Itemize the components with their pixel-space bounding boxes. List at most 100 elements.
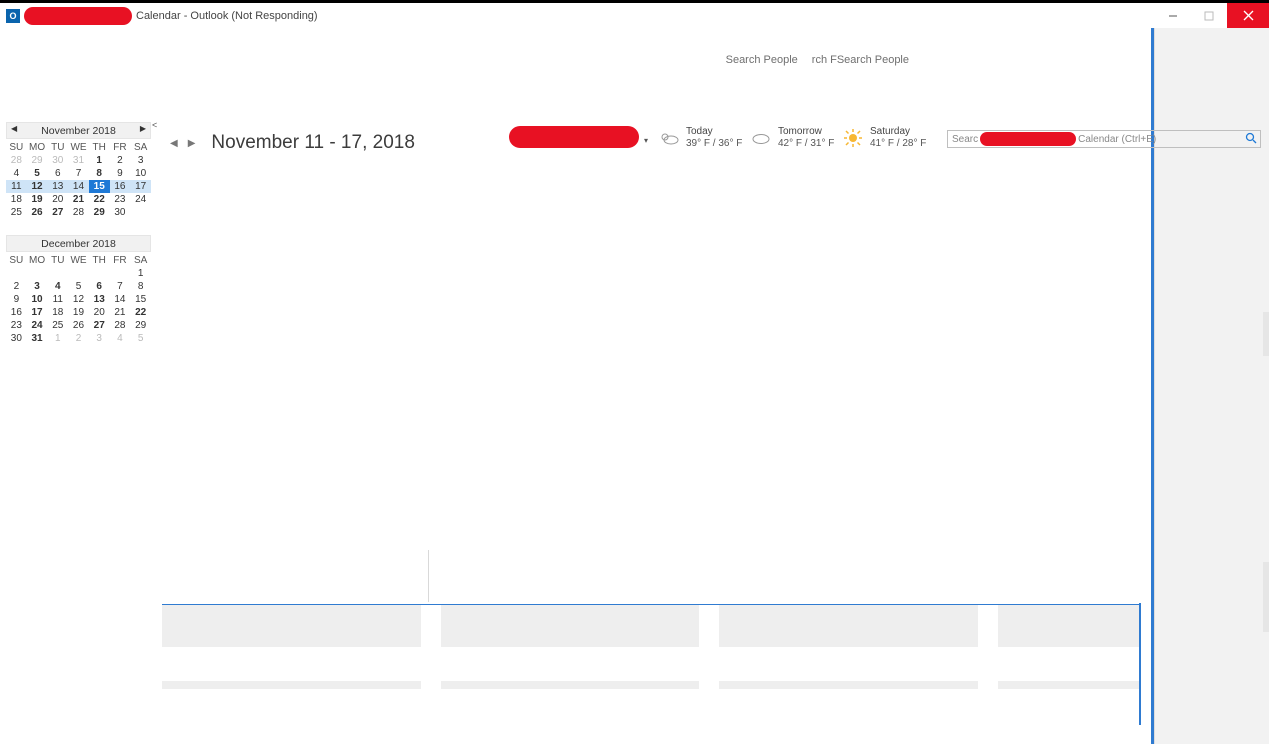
calendar-day[interactable]: 28	[110, 319, 131, 332]
calendar-day[interactable]: 6	[47, 167, 68, 180]
calendar-day[interactable]: 2	[68, 332, 89, 345]
calendar-day[interactable]: 3	[89, 332, 110, 345]
calendar-day[interactable]: 23	[6, 319, 27, 332]
calendar-day[interactable]: 16	[6, 306, 27, 319]
calendar-day[interactable]: 26	[27, 206, 48, 219]
week-grid[interactable]	[162, 154, 1140, 602]
calendar-day[interactable]: 30	[110, 206, 131, 219]
preview-card[interactable]	[441, 604, 700, 647]
calendar-day[interactable]: 31	[68, 154, 89, 167]
calendar-day[interactable]: 11	[6, 180, 27, 193]
calendar-day[interactable]: 20	[89, 306, 110, 319]
close-button[interactable]	[1227, 3, 1269, 28]
calendar-day[interactable]: 9	[6, 293, 27, 306]
calendar-day[interactable]: 19	[68, 306, 89, 319]
calendar-day[interactable]: 24	[27, 319, 48, 332]
calendar-day[interactable]: 9	[110, 167, 131, 180]
calendar-week-row[interactable]: 1	[6, 267, 151, 280]
calendar-day[interactable]: 19	[27, 193, 48, 206]
calendar-day[interactable]	[6, 267, 27, 280]
weather-saturday[interactable]: Saturday41° F / 28° F	[842, 126, 926, 150]
preview-card[interactable]	[998, 604, 1140, 647]
search-icon[interactable]	[1245, 132, 1257, 147]
calendar-day[interactable]: 3	[130, 154, 151, 167]
calendar-day[interactable]: 21	[110, 306, 131, 319]
calendar-day[interactable]: 18	[47, 306, 68, 319]
next-week-button[interactable]: ▶	[188, 138, 196, 149]
calendar-dropdown-button[interactable]: ▾	[644, 136, 648, 145]
search-people-link-2[interactable]: rch FSearch People	[812, 54, 909, 66]
calendar-day[interactable]: 28	[6, 154, 27, 167]
calendar-day[interactable]: 12	[68, 293, 89, 306]
calendar-day[interactable]: 13	[47, 180, 68, 193]
calendar-day[interactable]	[110, 267, 131, 280]
calendar-day[interactable]: 7	[110, 280, 131, 293]
calendar-day[interactable]: 8	[89, 167, 110, 180]
calendar-day[interactable]: 5	[27, 167, 48, 180]
calendar-day[interactable]: 15	[89, 180, 110, 193]
calendar-day[interactable]: 17	[27, 306, 48, 319]
calendar-week-row[interactable]: 23242526272829	[6, 319, 151, 332]
calendar-day[interactable]	[68, 267, 89, 280]
calendar-week-row[interactable]: 9101112131415	[6, 293, 151, 306]
collapse-sidebar-button[interactable]: <	[152, 120, 157, 130]
calendar-day[interactable]: 27	[47, 206, 68, 219]
month1-prev-button[interactable]: ◀	[11, 124, 17, 133]
calendar-week-row[interactable]: 252627282930	[6, 206, 151, 219]
calendar-day[interactable]: 25	[47, 319, 68, 332]
weather-today[interactable]: Today39° F / 36° F	[658, 126, 742, 150]
month1-title[interactable]: November 2018	[41, 125, 116, 137]
calendar-day[interactable]: 15	[130, 293, 151, 306]
calendar-day[interactable]: 28	[68, 206, 89, 219]
calendar-day[interactable]: 16	[110, 180, 131, 193]
calendar-day[interactable]: 29	[89, 206, 110, 219]
calendar-day[interactable]: 1	[130, 267, 151, 280]
calendar-day[interactable]: 25	[6, 206, 27, 219]
calendar-day[interactable]: 23	[110, 193, 131, 206]
calendar-day[interactable]: 8	[130, 280, 151, 293]
calendar-day[interactable]: 2	[110, 154, 131, 167]
calendar-day[interactable]: 31	[27, 332, 48, 345]
calendar-day[interactable]	[89, 267, 110, 280]
calendar-week-row[interactable]: 303112345	[6, 332, 151, 345]
calendar-day[interactable]: 1	[47, 332, 68, 345]
calendar-week-row[interactable]: 28293031123	[6, 154, 151, 167]
calendar-day[interactable]: 11	[47, 293, 68, 306]
calendar-day[interactable]	[47, 267, 68, 280]
calendar-day[interactable]: 2	[6, 280, 27, 293]
calendar-day[interactable]: 14	[68, 180, 89, 193]
calendar-day[interactable]: 30	[47, 154, 68, 167]
calendar-day[interactable]: 7	[68, 167, 89, 180]
calendar-day[interactable]: 1	[89, 154, 110, 167]
calendar-day[interactable]	[130, 206, 151, 219]
calendar-day[interactable]: 27	[89, 319, 110, 332]
preview-card[interactable]	[162, 604, 421, 647]
calendar-day[interactable]: 4	[47, 280, 68, 293]
maximize-button[interactable]	[1191, 3, 1227, 28]
calendar-day[interactable]: 18	[6, 193, 27, 206]
search-people-link[interactable]: Search People	[726, 54, 798, 66]
calendar-week-row[interactable]: 18192021222324	[6, 193, 151, 206]
calendar-day[interactable]: 13	[89, 293, 110, 306]
calendar-day[interactable]: 5	[130, 332, 151, 345]
calendar-day[interactable]: 30	[6, 332, 27, 345]
calendar-day[interactable]: 4	[6, 167, 27, 180]
calendar-day[interactable]: 12	[27, 180, 48, 193]
calendar-day[interactable]: 26	[68, 319, 89, 332]
minimize-button[interactable]	[1155, 3, 1191, 28]
calendar-day[interactable]: 4	[110, 332, 131, 345]
calendar-day[interactable]: 20	[47, 193, 68, 206]
calendar-day[interactable]: 10	[130, 167, 151, 180]
calendar-day[interactable]: 6	[89, 280, 110, 293]
calendar-day[interactable]: 24	[130, 193, 151, 206]
calendar-day[interactable]: 17	[130, 180, 151, 193]
calendar-day[interactable]	[27, 267, 48, 280]
calendar-search-input[interactable]: Searc Calendar (Ctrl+E)	[947, 130, 1261, 148]
calendar-day[interactable]: 5	[68, 280, 89, 293]
calendar-day[interactable]: 21	[68, 193, 89, 206]
month2-title[interactable]: December 2018	[41, 238, 116, 250]
month1-next-button[interactable]: ▶	[140, 124, 146, 133]
calendar-day[interactable]: 10	[27, 293, 48, 306]
calendar-week-row[interactable]: 45678910	[6, 167, 151, 180]
preview-card[interactable]	[719, 604, 978, 647]
